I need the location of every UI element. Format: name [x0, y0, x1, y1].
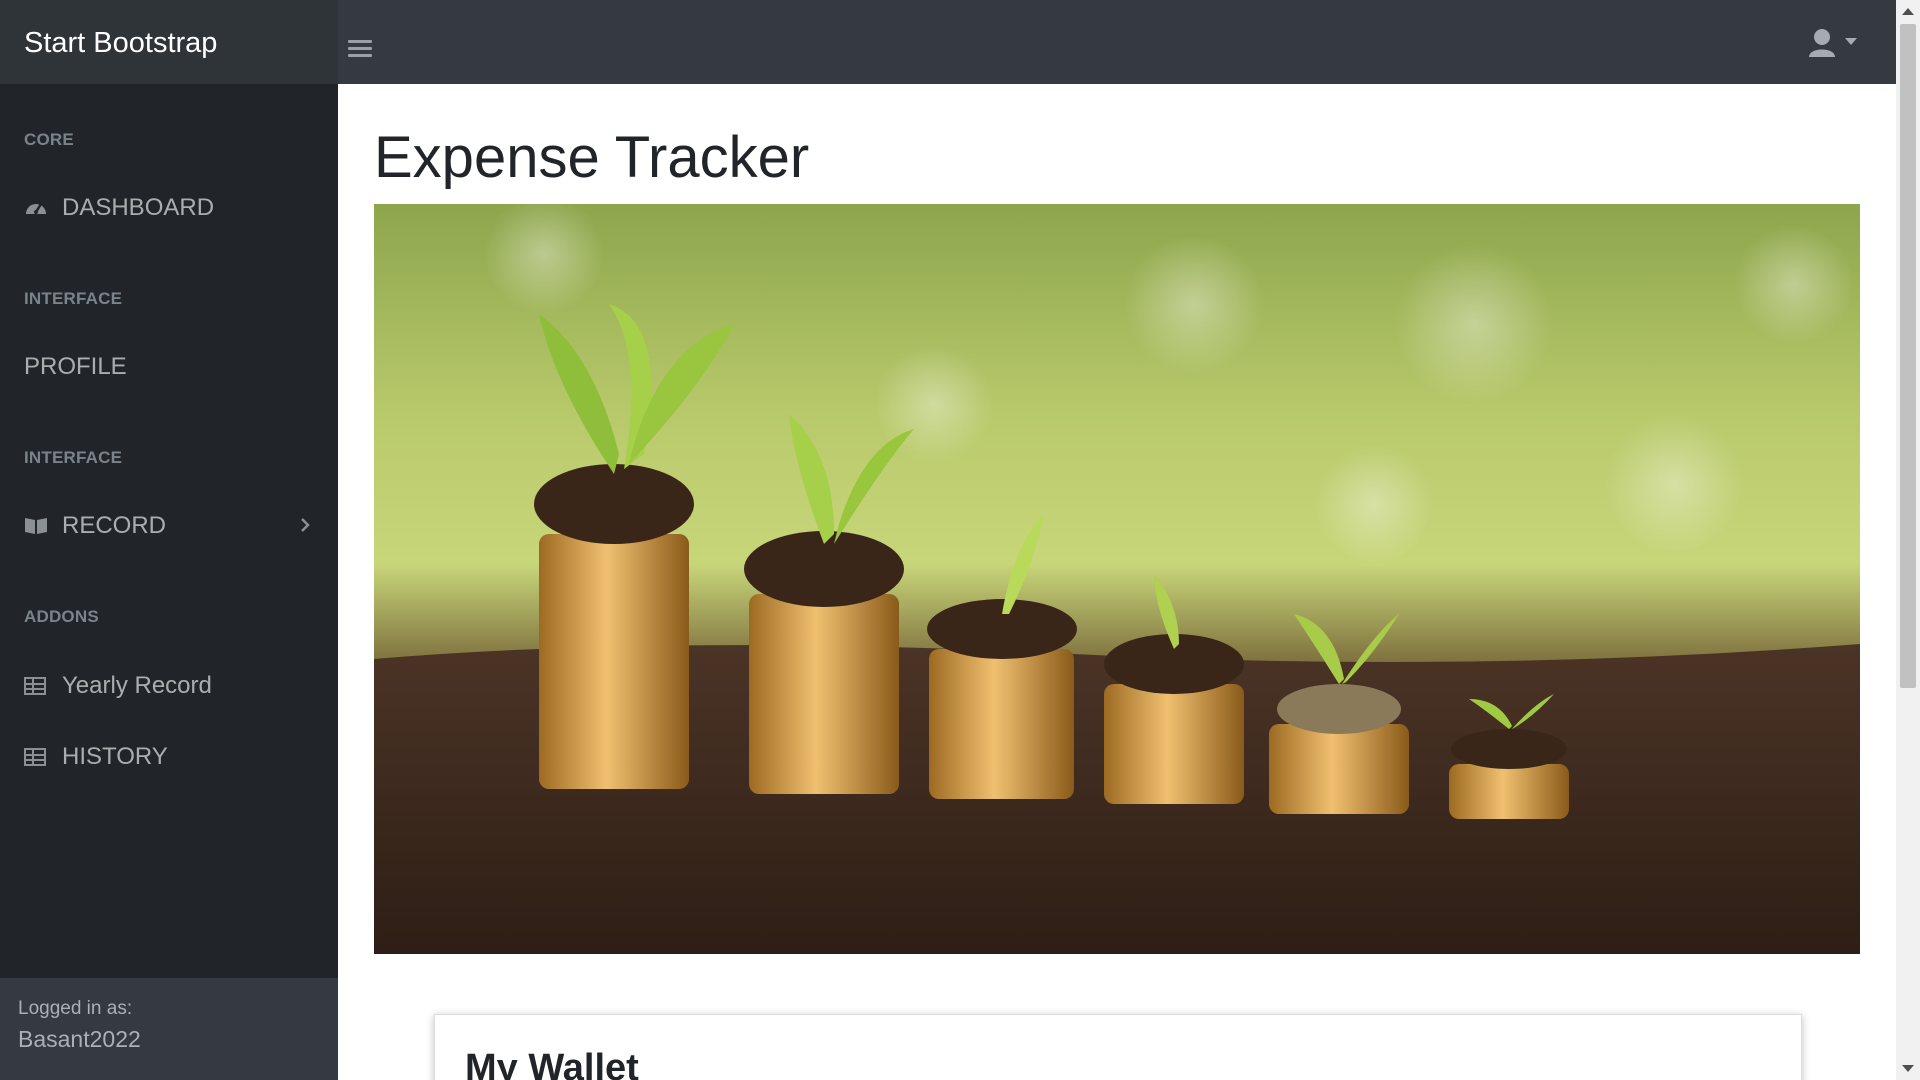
username: Basant2022 — [18, 1026, 141, 1052]
page-scrollbar[interactable] — [1896, 0, 1920, 1080]
wallet-card-title: My Wallet — [465, 1047, 639, 1080]
main-content: Expense Tracker My Wallet — [338, 84, 1896, 1080]
brand-link[interactable]: Start Bootstrap — [0, 0, 338, 84]
scroll-down-icon[interactable] — [1902, 1065, 1914, 1072]
sidebar-heading-core: CORE — [24, 130, 74, 149]
sidebar-heading-interface-2: INTERFACE — [24, 448, 123, 467]
logged-in-label: Logged in as: — [18, 998, 133, 1019]
user-dropdown-button[interactable] — [1808, 28, 1862, 58]
sidebar-item-label: HISTORY — [62, 743, 168, 770]
scroll-thumb[interactable] — [1900, 24, 1916, 688]
caret-down-icon — [1845, 38, 1857, 45]
hero-image — [374, 204, 1860, 954]
sidebar-item-label: PROFILE — [24, 353, 127, 380]
wallet-card: My Wallet — [434, 1014, 1802, 1080]
chevron-right-icon — [299, 514, 311, 542]
top-navbar: Start Bootstrap — [0, 0, 1896, 84]
book-icon — [24, 515, 50, 537]
sidebar-item-dashboard[interactable]: DASHBOARD — [24, 186, 319, 230]
sidebar: CORE DASHBOARD INTERFACE PROFILE INTERFA… — [0, 84, 338, 1080]
sidebar-item-record[interactable]: RECORD — [24, 504, 319, 548]
page-title: Expense Tracker — [374, 125, 810, 190]
table-icon — [24, 746, 50, 768]
sidebar-item-history[interactable]: HISTORY — [24, 735, 319, 779]
sidebar-item-label: DASHBOARD — [62, 194, 215, 221]
scroll-up-icon[interactable] — [1902, 8, 1914, 15]
table-icon — [24, 675, 50, 697]
sidebar-item-label: RECORD — [62, 512, 167, 539]
sidebar-heading-addons: ADDONS — [24, 607, 99, 626]
sidebar-item-yearly-record[interactable]: Yearly Record — [24, 664, 319, 708]
sidebar-item-profile[interactable]: PROFILE — [24, 345, 319, 389]
sidebar-item-label: Yearly Record — [62, 672, 212, 699]
hamburger-icon — [348, 40, 372, 43]
gauge-icon — [24, 197, 50, 219]
sidebar-toggle-button[interactable] — [348, 40, 372, 64]
sidebar-heading-interface: INTERFACE — [24, 289, 123, 308]
sidebar-footer: Logged in as: Basant2022 — [0, 978, 338, 1080]
user-icon — [1809, 29, 1857, 57]
